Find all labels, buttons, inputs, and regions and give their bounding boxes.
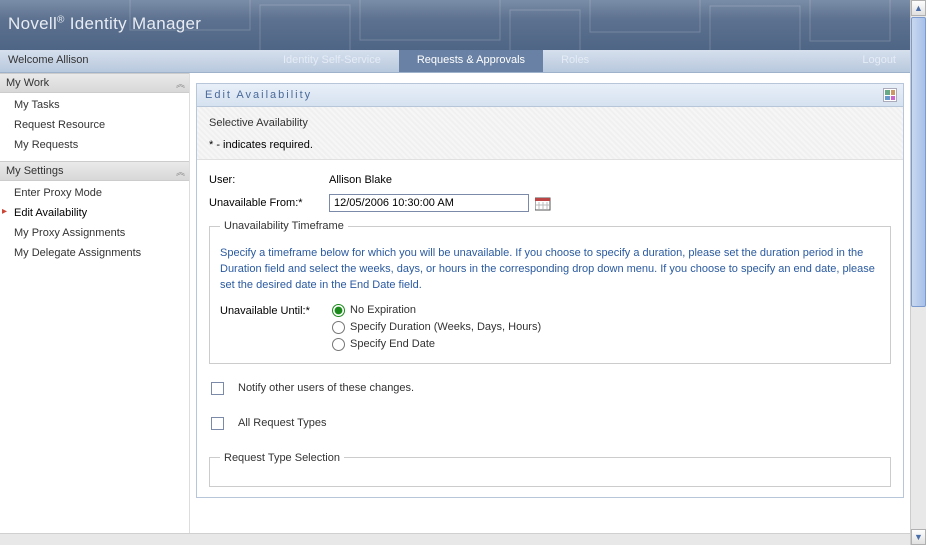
radio-specify-end-date[interactable]: Specify End Date: [332, 338, 541, 351]
top-bar: Welcome Allison Identity Self-Service Re…: [0, 50, 910, 73]
unavailable-until-radio-group: No Expiration Specify Duration (Weeks, D…: [332, 304, 541, 351]
collapse-icon[interactable]: ︽: [176, 77, 183, 90]
timeframe-legend: Unavailability Timeframe: [220, 220, 348, 232]
banner-decoration: [0, 0, 910, 50]
panel-edit-availability: Edit Availability Selective Availability…: [196, 83, 904, 498]
main-content: Edit Availability Selective Availability…: [190, 73, 910, 545]
unavailable-from-label: Unavailable From:*: [209, 197, 329, 209]
section-title: Selective Availability: [209, 117, 891, 129]
user-value: Allison Blake: [329, 174, 392, 186]
top-nav: Identity Self-Service Requests & Approva…: [265, 50, 910, 72]
scroll-thumb[interactable]: [911, 17, 926, 307]
panel-header: Edit Availability: [197, 84, 903, 107]
notify-label: Notify other users of these changes.: [238, 382, 414, 394]
radio-input-specify-end-date[interactable]: [332, 338, 345, 351]
radio-input-no-expiration[interactable]: [332, 304, 345, 317]
sidebar-section-my-work[interactable]: My Work ︽: [0, 73, 189, 93]
sidebar-item-my-tasks[interactable]: My Tasks: [0, 95, 189, 115]
calendar-icon[interactable]: [535, 196, 551, 211]
horizontal-scrollbar[interactable]: [0, 533, 910, 545]
unavailable-until-label: Unavailable Until:*: [220, 304, 332, 317]
tab-requests-approvals[interactable]: Requests & Approvals: [399, 50, 543, 72]
sidebar-item-my-requests[interactable]: My Requests: [0, 135, 189, 155]
notify-checkbox[interactable]: [211, 382, 224, 395]
collapse-icon[interactable]: ︽: [176, 165, 183, 178]
radio-label: Specify Duration (Weeks, Days, Hours): [350, 321, 541, 333]
all-request-types-row[interactable]: All Request Types: [209, 417, 891, 430]
scroll-down-button[interactable]: ▼: [911, 529, 926, 545]
sidebar: My Work ︽ My Tasks Request Resource My R…: [0, 73, 190, 545]
radio-input-specify-duration[interactable]: [332, 321, 345, 334]
sidebar-section-label: My Settings: [6, 165, 63, 177]
fieldset-request-type-selection: Request Type Selection: [209, 452, 891, 487]
vertical-scrollbar[interactable]: ▲ ▼: [910, 0, 926, 545]
radio-label: No Expiration: [350, 304, 416, 316]
user-label: User:: [209, 174, 329, 186]
unavailable-from-input[interactable]: [329, 194, 529, 212]
sidebar-section-label: My Work: [6, 77, 49, 89]
notify-checkbox-row[interactable]: Notify other users of these changes.: [209, 382, 891, 395]
timeframe-description: Specify a timeframe below for which you …: [220, 246, 880, 294]
radio-specify-duration[interactable]: Specify Duration (Weeks, Days, Hours): [332, 321, 541, 334]
sidebar-item-enter-proxy-mode[interactable]: Enter Proxy Mode: [0, 183, 189, 203]
panel-title: Edit Availability: [205, 89, 312, 101]
panel-subheader: Selective Availability * - indicates req…: [197, 107, 903, 160]
fieldset-unavailability-timeframe: Unavailability Timeframe Specify a timef…: [209, 220, 891, 364]
panel-options-icon[interactable]: [883, 88, 897, 102]
radio-label: Specify End Date: [350, 338, 435, 350]
required-note: * - indicates required.: [209, 139, 891, 151]
sidebar-item-request-resource[interactable]: Request Resource: [0, 115, 189, 135]
welcome-text: Welcome Allison: [0, 50, 265, 72]
sidebar-item-my-proxy-assignments[interactable]: My Proxy Assignments: [0, 223, 189, 243]
request-type-selection-legend: Request Type Selection: [220, 452, 344, 464]
sidebar-item-edit-availability[interactable]: Edit Availability: [0, 203, 189, 223]
all-request-types-label: All Request Types: [238, 417, 326, 429]
scroll-up-button[interactable]: ▲: [911, 0, 926, 16]
logout-link[interactable]: Logout: [848, 50, 910, 72]
all-request-types-checkbox[interactable]: [211, 417, 224, 430]
radio-no-expiration[interactable]: No Expiration: [332, 304, 541, 317]
sidebar-section-my-settings[interactable]: My Settings ︽: [0, 161, 189, 181]
tab-identity-self-service[interactable]: Identity Self-Service: [265, 50, 399, 72]
app-banner: Novell® Identity Manager: [0, 0, 910, 50]
tab-roles[interactable]: Roles: [543, 50, 607, 72]
sidebar-item-my-delegate-assignments[interactable]: My Delegate Assignments: [0, 243, 189, 263]
